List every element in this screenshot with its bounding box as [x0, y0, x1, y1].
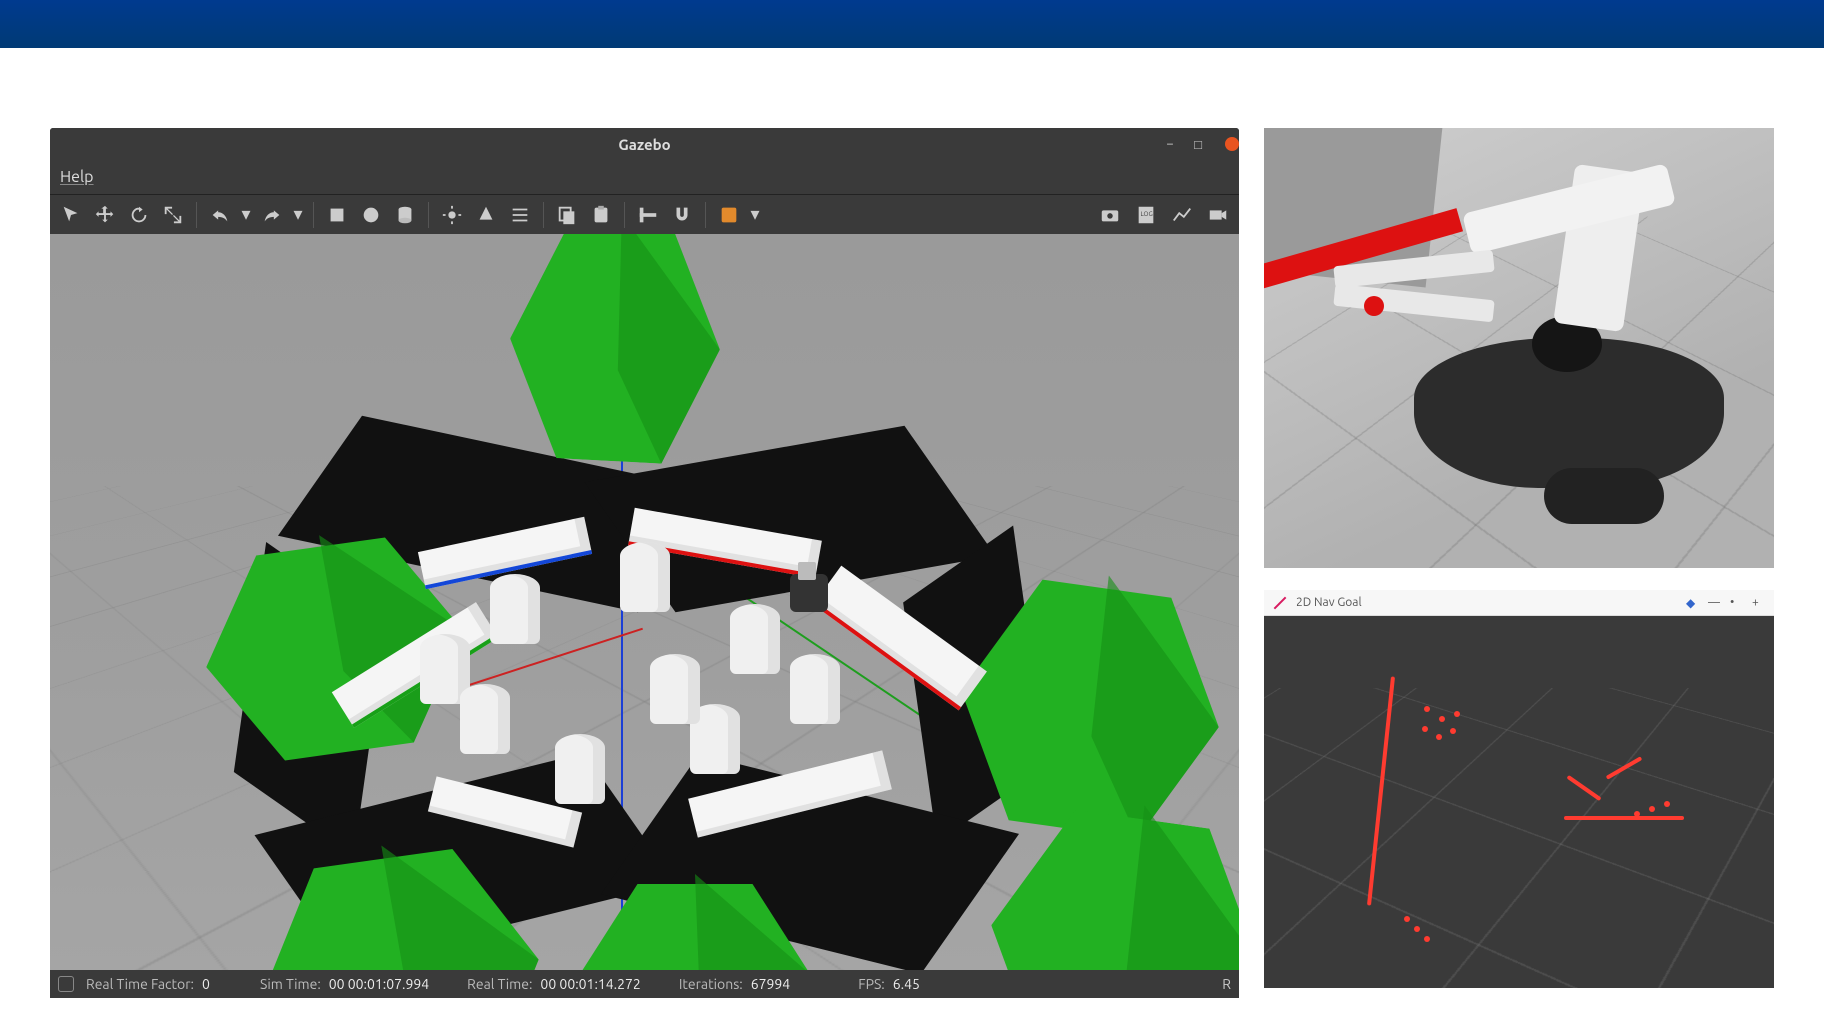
record-icon[interactable]: [714, 200, 744, 230]
svg-text:LOG: LOG: [1141, 210, 1153, 217]
undo-icon[interactable]: [205, 200, 235, 230]
close-button[interactable]: [1225, 137, 1239, 151]
white-cylinder: [490, 574, 540, 644]
plot-icon[interactable]: [1167, 200, 1197, 230]
rviz-3d-view[interactable]: [1264, 616, 1774, 988]
snap-icon[interactable]: [667, 200, 697, 230]
select-tool-icon[interactable]: [56, 200, 86, 230]
rviz-nav-panel: 2D Nav Goal ◆ — • +: [1264, 590, 1774, 988]
move-camera-icon[interactable]: ◆: [1686, 596, 1700, 610]
green-tree-hex: [972, 787, 1239, 970]
redo-dropdown-icon[interactable]: ▾: [291, 200, 305, 230]
gazebo-title: Gazebo: [618, 136, 670, 153]
laserscan-point: [1424, 936, 1430, 942]
redo-icon[interactable]: [257, 200, 287, 230]
white-cylinder: [620, 542, 670, 612]
undo-dropdown-icon[interactable]: ▾: [239, 200, 253, 230]
red-ball-target: [1364, 296, 1384, 316]
green-tree-hex: [503, 234, 726, 479]
right-column: 2D Nav Goal ◆ — • +: [1264, 128, 1774, 998]
record-dropdown-icon[interactable]: ▾: [748, 200, 762, 230]
laserscan-point: [1414, 926, 1420, 932]
gazebo-window: Gazebo − □ Help ▾ ▾: [50, 128, 1239, 998]
focus-icon[interactable]: —: [1708, 596, 1722, 610]
robot-model: [790, 574, 828, 612]
sphere-primitive-icon[interactable]: [356, 200, 386, 230]
laserscan-point: [1450, 728, 1456, 734]
align-icon[interactable]: [633, 200, 663, 230]
log-icon[interactable]: LOG: [1131, 200, 1161, 230]
white-cylinder: [790, 654, 840, 724]
gazebo-toolbar: ▾ ▾ ▾ LOG: [50, 194, 1239, 234]
toolbar-separator: [624, 202, 625, 228]
rotate-tool-icon[interactable]: [124, 200, 154, 230]
white-cylinder: [460, 684, 510, 754]
robot-gripper: [1334, 258, 1494, 318]
laserscan-point: [1436, 734, 1442, 740]
box-primitive-icon[interactable]: [322, 200, 352, 230]
fps-value: 6.45: [893, 976, 920, 992]
toolbar-separator: [543, 202, 544, 228]
toolbar-separator: [705, 202, 706, 228]
realtime-label: Real Time:: [467, 976, 532, 992]
laserscan-point: [1634, 811, 1640, 817]
robot-base: [1414, 338, 1724, 488]
gazebo-titlebar[interactable]: Gazebo − □: [50, 128, 1239, 160]
presentation-top-band: [0, 0, 1824, 48]
video-icon[interactable]: [1203, 200, 1233, 230]
directional-light-icon[interactable]: [505, 200, 535, 230]
white-cylinder: [730, 604, 780, 674]
laserscan-point: [1664, 801, 1670, 807]
white-cylinder: [555, 734, 605, 804]
translate-tool-icon[interactable]: [90, 200, 120, 230]
gazebo-menubar: Help: [50, 160, 1239, 194]
realtime-value: 00 00:01:14.272: [540, 976, 640, 992]
spot-light-icon[interactable]: [471, 200, 501, 230]
status-tail: R: [1222, 976, 1231, 992]
iterations-label: Iterations:: [679, 976, 743, 992]
laserscan-point: [1404, 916, 1410, 922]
measure-icon[interactable]: •: [1730, 596, 1744, 610]
toolbar-separator: [428, 202, 429, 228]
step-button[interactable]: [58, 976, 74, 992]
copy-icon[interactable]: [552, 200, 582, 230]
rviz-toolbar: 2D Nav Goal ◆ — • +: [1264, 590, 1774, 616]
laserscan-points: [1564, 816, 1684, 820]
nav-goal-label[interactable]: 2D Nav Goal: [1296, 596, 1362, 609]
fps-label: FPS:: [858, 976, 885, 992]
toolbar-separator: [196, 202, 197, 228]
paste-icon[interactable]: [586, 200, 616, 230]
simtime-value: 00 00:01:07.994: [329, 976, 429, 992]
rtf-value: 0: [202, 976, 222, 992]
laserscan-point: [1422, 726, 1428, 732]
scale-tool-icon[interactable]: [158, 200, 188, 230]
toolbar-separator: [313, 202, 314, 228]
menu-help[interactable]: Help: [60, 168, 94, 186]
laserscan-point: [1649, 806, 1655, 812]
work-area: Gazebo − □ Help ▾ ▾: [0, 48, 1824, 998]
rviz-robot-closeup-panel[interactable]: [1264, 128, 1774, 568]
rviz-grid: [1264, 688, 1774, 988]
rtf-label: Real Time Factor:: [86, 976, 194, 992]
window-controls: − □: [1163, 137, 1233, 151]
publish-point-icon[interactable]: +: [1752, 596, 1766, 610]
green-tree-hex: [580, 874, 810, 970]
nav-goal-icon[interactable]: [1274, 596, 1287, 609]
gazebo-3d-viewport[interactable]: [50, 234, 1239, 970]
minimize-button[interactable]: −: [1163, 137, 1177, 151]
white-cylinder: [650, 654, 700, 724]
point-light-icon[interactable]: [437, 200, 467, 230]
laserscan-point: [1454, 711, 1460, 717]
simtime-label: Sim Time:: [260, 976, 321, 992]
cylinder-primitive-icon[interactable]: [390, 200, 420, 230]
toolbar-right-group: LOG: [1095, 200, 1233, 230]
laserscan-point: [1439, 716, 1445, 722]
screenshot-icon[interactable]: [1095, 200, 1125, 230]
maximize-button[interactable]: □: [1191, 137, 1205, 151]
iterations-value: 67994: [751, 976, 790, 992]
laserscan-point: [1424, 706, 1430, 712]
robot-wheel: [1544, 468, 1664, 524]
gazebo-status-bar: Real Time Factor: 0 Sim Time: 00 00:01:0…: [50, 970, 1239, 998]
gripper-finger: [1333, 284, 1494, 323]
